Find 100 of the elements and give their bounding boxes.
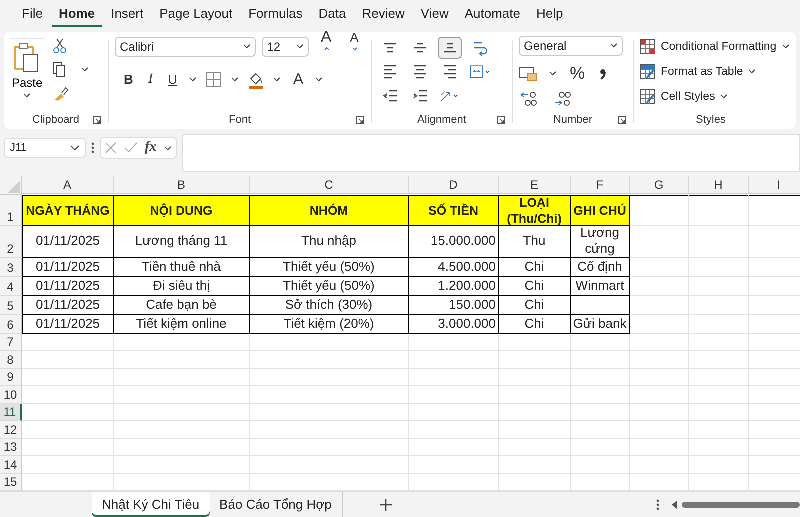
more-options-icon[interactable] [656,498,660,512]
table-cell[interactable]: Chi [499,276,571,296]
table-cell[interactable]: 01/11/2025 [22,276,114,296]
menu-tab[interactable]: Automate [458,2,528,28]
row-header[interactable]: 7 [0,334,22,351]
more-options-icon[interactable] [91,141,95,155]
cancel-icon[interactable] [105,142,117,154]
caret-icon[interactable] [273,77,282,82]
column-header[interactable]: I [749,176,800,194]
row-header[interactable]: 10 [0,386,22,404]
caret-icon[interactable] [231,77,240,82]
font-size-dropdown[interactable]: 12 [262,36,309,57]
table-cell[interactable]: Chi [499,314,571,334]
table-cell[interactable]: 4.500.000 [409,258,499,276]
menu-tab[interactable]: File [15,2,50,28]
caret-icon[interactable] [80,67,89,72]
dialog-launcher-icon[interactable] [618,116,627,125]
header-cell[interactable]: LOẠI (Thu/Chi) [499,195,571,226]
copy-icon[interactable] [52,62,67,78]
column-header[interactable]: G [630,176,689,194]
caret-icon[interactable] [549,71,557,76]
italic-button[interactable]: I [145,72,156,88]
empty-cell[interactable] [571,296,630,314]
scissors-icon[interactable] [52,38,67,54]
table-cell[interactable]: Thiết yếu (50%) [250,258,409,276]
decrease-decimal-icon[interactable] [553,90,573,108]
table-cell[interactable]: Sở thích (30%) [250,296,409,314]
table-cell[interactable]: Thiết yếu (50%) [250,276,409,296]
formula-input[interactable] [182,134,800,172]
font-name-dropdown[interactable]: Calibri [115,36,256,57]
table-cell[interactable]: Tiết kiệm online [114,314,250,334]
menu-tab[interactable]: Formulas [242,2,310,28]
row-header[interactable]: 3 [0,258,22,276]
bottom-align-button[interactable] [438,36,462,59]
column-header[interactable]: H [689,176,749,194]
number-format-dropdown[interactable]: General [519,36,623,56]
menu-tab[interactable]: Review [355,2,412,28]
row-header[interactable]: 11 [0,404,22,421]
empty-cell[interactable] [749,195,800,226]
fill-bucket-icon[interactable] [248,70,264,89]
table-cell[interactable]: 15.000.000 [409,226,499,258]
format-as-table-button[interactable]: Format as Table [640,60,756,83]
column-header[interactable]: F [571,176,630,194]
header-cell[interactable]: SỐ TIỀN [409,195,499,226]
shrink-font-button[interactable]: A [344,28,365,65]
accounting-format-icon[interactable] [519,66,539,82]
cell-styles-button[interactable]: Cell Styles [640,86,728,108]
checkmark-icon[interactable] [124,142,138,154]
column-header[interactable]: E [499,176,571,194]
caret-icon[interactable] [189,77,198,82]
table-cell[interactable]: Cafe bạn bè [114,296,250,314]
add-sheet-icon[interactable] [378,498,393,512]
table-cell[interactable]: Gửi bank [571,314,630,334]
sheet-tab[interactable]: Nhật Ký Chi Tiêu [92,492,210,517]
table-cell[interactable]: 1.200.000 [409,276,499,296]
row-header[interactable]: 1 [0,195,22,226]
row-header[interactable]: 9 [0,368,22,386]
column-header[interactable]: C [250,176,409,194]
row-header[interactable]: 14 [0,456,22,474]
caret-icon[interactable] [164,146,172,150]
menu-tab[interactable]: Home [52,2,102,28]
table-cell[interactable]: 150.000 [409,296,499,314]
table-cell[interactable]: Winmart [571,276,630,296]
row-header[interactable]: 12 [0,421,22,438]
header-cell[interactable]: NGÀY THÁNG [22,195,114,226]
table-cell[interactable]: Chi [499,258,571,276]
sheet-tab[interactable]: Báo Cáo Tổng Hợp [210,492,343,517]
table-cell[interactable]: Lương tháng 11 [114,226,250,258]
dialog-launcher-icon[interactable] [497,116,506,125]
horizontal-scrollbar[interactable] [670,500,800,510]
font-color-button[interactable]: A [290,71,306,88]
dialog-launcher-icon[interactable] [356,116,365,125]
header-cell[interactable]: NHÓM [250,195,409,226]
empty-cell[interactable] [689,195,749,226]
table-cell[interactable]: Tiền thuê nhà [114,258,250,276]
caret-icon[interactable] [315,77,324,82]
column-header[interactable]: D [409,176,499,194]
row-header[interactable]: 15 [0,474,22,491]
dialog-launcher-icon[interactable] [93,116,102,125]
row-header[interactable]: 6 [0,314,22,334]
column-header[interactable]: A [22,176,114,194]
table-cell[interactable]: 01/11/2025 [22,314,114,334]
increase-decimal-icon[interactable] [519,90,539,108]
table-cell[interactable]: Thu [499,226,571,258]
header-cell[interactable]: NỘI DUNG [114,195,250,226]
paintbrush-icon[interactable] [52,86,69,102]
row-header[interactable]: 8 [0,351,22,368]
header-cell[interactable]: GHI CHÚ [571,195,630,226]
underline-button[interactable]: U [165,72,180,88]
borders-icon[interactable] [206,72,222,88]
table-cell[interactable]: Lương cứng [571,226,630,258]
table-cell[interactable]: 01/11/2025 [22,296,114,314]
table-cell[interactable]: Chi [499,296,571,314]
table-cell[interactable]: Thu nhập [250,226,409,258]
menu-tab[interactable]: View [414,2,456,28]
table-cell[interactable]: Đi siêu thị [114,276,250,296]
column-header[interactable]: B [114,176,250,194]
menu-tab[interactable]: Page Layout [152,2,240,28]
menu-tab[interactable]: Data [312,2,354,28]
row-header[interactable]: 5 [0,296,22,314]
